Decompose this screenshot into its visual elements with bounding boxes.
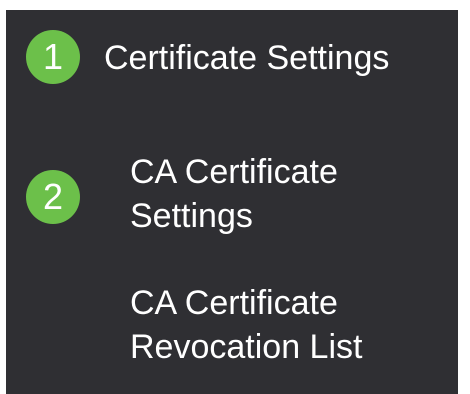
- menu-item-label-line2: Revocation List: [130, 328, 363, 366]
- step-1-badge: 1: [26, 30, 80, 84]
- menu-item-certificate-settings[interactable]: Certificate Settings: [104, 36, 389, 80]
- menu-item-label-line2: Settings: [130, 197, 253, 235]
- step-2-badge: 2: [26, 170, 80, 224]
- menu-item-ca-certificate-revocation-list[interactable]: CA Certificate Revocation List: [130, 281, 362, 369]
- menu-item-label-line1: CA Certificate: [130, 284, 338, 322]
- menu-item-ca-certificate-settings[interactable]: CA Certificate Settings: [130, 150, 338, 238]
- menu-item-label: Certificate Settings: [104, 39, 390, 77]
- menu-item-label-line1: CA Certificate: [130, 153, 338, 191]
- certificate-menu-panel: 1 Certificate Settings 2 CA Certificate …: [6, 10, 458, 394]
